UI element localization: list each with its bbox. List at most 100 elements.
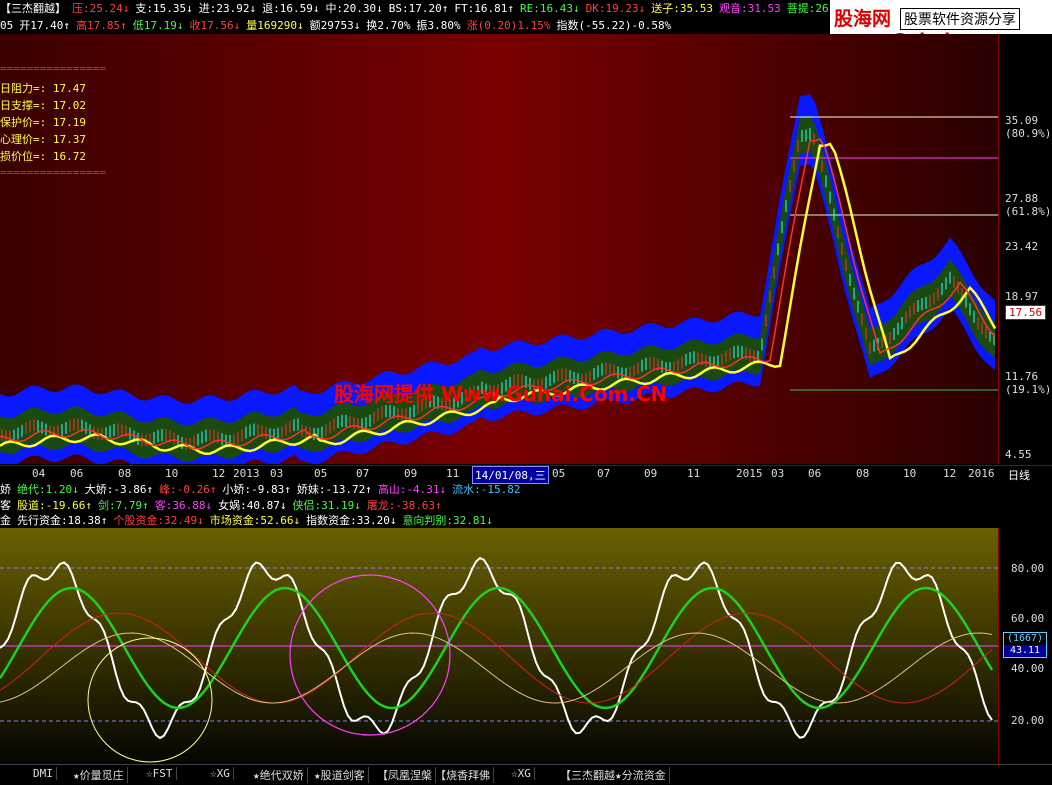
price-tick: 4.55 (1005, 448, 1032, 461)
fund-item: 指数资金:33.20↓ (306, 514, 397, 527)
price-tick: 11.76 (1005, 370, 1039, 383)
fund-item: 市场资金:52.66↓ (209, 514, 301, 527)
price-tick-pct: (61.8%) (1005, 205, 1052, 218)
date-tick: 11 (446, 467, 460, 480)
fund-item: 先行资金:18.38↑ (17, 514, 108, 527)
date-tick: 11 (687, 467, 701, 480)
quote-item: 指数(-55.22)-0.58% (556, 19, 672, 32)
fund-item: 金 (0, 514, 11, 527)
osc-value-badge: (1667) 43.11 (1003, 632, 1047, 658)
jiao-item: 绝代:1.20↓ (17, 483, 79, 496)
indicator-tab[interactable]: ★股道剑客 (311, 767, 369, 783)
header-item: 送子:35.53 (651, 2, 713, 15)
jiao-item: 娇 (0, 483, 11, 496)
logo-tagline: 股票软件资源分享 (900, 8, 1020, 30)
price-axis: 35.09 (80.9%) 27.88 (61.8%) 23.42 18.97 11.76(… (998, 34, 1052, 464)
header-item: 支:15.35↓ (135, 2, 193, 15)
quote-item: 振3.80% (416, 19, 461, 32)
side-label: 损价位=: 16.72 (0, 150, 86, 163)
date-tick: 03 (771, 467, 785, 480)
ke-item: 屠龙:-38.63↑ (366, 499, 442, 512)
date-tick: 05 (314, 467, 328, 480)
indicator-tab[interactable]: DMI (30, 767, 57, 780)
indicator-tab[interactable]: ☆XG (207, 767, 234, 780)
ke-item: 客 (0, 499, 11, 512)
price-tick: 18.97 (1005, 290, 1039, 303)
indicator-tab[interactable]: ★价量觅庄 (70, 767, 128, 783)
price-tick: 27.88 (1005, 192, 1039, 205)
quote-item: 额29753↓ (309, 19, 361, 32)
date-tick: 09 (644, 467, 658, 480)
date-tick: 06 (808, 467, 822, 480)
osc-tick: 40.00 (1011, 662, 1045, 675)
quote-item: 换2.70% (366, 19, 411, 32)
jiao-item: 小娇:-9.83↑ (222, 483, 291, 496)
indicator-row-fund: 金先行资金:18.38↑ 个股资金:32.49↓ 市场资金:52.66↓ 指数资金:3… (0, 512, 1052, 529)
indicator-tab[interactable]: 【凤凰涅槃 (374, 767, 436, 783)
osc-tick: 60.00 (1011, 612, 1045, 625)
ke-item: 客:36.88↓ (154, 499, 213, 512)
current-price-badge: 17.56 (1005, 305, 1047, 320)
date-tick: 07 (356, 467, 370, 480)
date-tick: 10 (165, 467, 179, 480)
quote-item: 收17.56↓ (189, 19, 241, 32)
header-item: 中:20.30↓ (325, 2, 383, 15)
quote-item: 高17.85↑ (76, 19, 127, 32)
quote-item: 开17.40↑ (19, 19, 70, 32)
date-tick: 2015 (736, 467, 763, 480)
osc-badge-count: (1667) (1006, 633, 1044, 644)
header-item: FT:16.81↑ (454, 2, 515, 15)
date-tick: 2016 (968, 467, 995, 480)
fund-flow-chart[interactable] (0, 528, 998, 764)
quote-item: 涨(0.20)1.15% (466, 19, 551, 32)
indicator-tab-bar: DMI ★价量觅庄 ☆FST ☆XG ★绝代双娇 ★股道剑客 【凤凰涅槃 【烧香拜佛 ☆XG 【三… (0, 764, 1052, 785)
osc-tick: 80.00 (1011, 562, 1045, 575)
indicator-tab[interactable]: 【三杰翻越★分流资金 (557, 767, 670, 783)
side-label: 心理价=: 17.37 (0, 133, 86, 146)
date-tick: 06 (70, 467, 84, 480)
side-label: 日阻力=: 17.47 (0, 82, 86, 95)
indicator-tab[interactable]: ☆FST (143, 767, 177, 780)
watermark-text: 股海网提供 Www.Guhai.Com.CN (334, 382, 668, 406)
header-item: DK:19.23↓ (585, 2, 646, 15)
ke-item: 股道:-19.66↑ (17, 499, 92, 512)
header-item: 观音:31.53 (718, 2, 781, 15)
indicator-tab[interactable]: ☆XG (508, 767, 535, 780)
fund-item: 意向判别:32.81↓ (402, 514, 493, 527)
date-tick: 04 (32, 467, 46, 480)
osc-badge-value: 43.11 (1004, 645, 1046, 657)
fund-item: 个股资金:32.49↓ (113, 514, 204, 527)
indicator-tab[interactable]: ★绝代双娇 (250, 767, 308, 783)
header-item: 【三杰翻越】 (0, 2, 66, 15)
date-tick: 10 (903, 467, 917, 480)
jiao-item: 娇妹:-13.72↑ (296, 483, 372, 496)
price-tick: 35.09 (1005, 114, 1039, 127)
quote-item: 低17.19↓ (132, 19, 184, 32)
date-tick: 07 (597, 467, 611, 480)
indicator-tab[interactable]: 【烧香拜佛 (432, 767, 494, 783)
price-tick-pct: (80.9%) (1005, 127, 1052, 140)
jiao-item: 峰:-0.26↑ (159, 483, 217, 496)
ke-item: 剑:7.79↑ (97, 499, 149, 512)
header-item: 进:23.92↓ (198, 2, 257, 15)
side-label: 日支撑=: 17.02 (0, 99, 86, 112)
osc-tick: 20.00 (1011, 714, 1045, 727)
date-tick: 05 (552, 467, 566, 480)
quote-item: 量169290↓ (246, 19, 304, 32)
date-tick: 08 (856, 467, 870, 480)
date-tick: 2013 (233, 467, 260, 480)
logo-name: 股海网 (834, 8, 892, 30)
jiao-item: 流水:-15.82 (452, 483, 521, 496)
side-label: 保护价=: 17.19 (0, 116, 86, 129)
date-axis: 14/01/08,三 日线 04 06 08 10 12 2013 03 05 07 09 11 05… (0, 465, 1052, 484)
date-tick: 12 (943, 467, 957, 480)
date-tick: 08 (118, 467, 132, 480)
date-tick: 12 (212, 467, 226, 480)
header-item: 退:16.59↓ (262, 2, 320, 15)
indicator-row-jiao: 娇绝代:1.20↓ 大娇:-3.86↑ 峰:-0.26↑ 小娇:-9.83↑ 娇妹:-1… (0, 481, 1052, 498)
date-tick: 03 (270, 467, 284, 480)
indicator-header-row: 【三杰翻越】 压:25.24↓ 支:15.35↓ 进:23.92↓ 退:16.59↓ 中:… (0, 0, 830, 17)
price-tick: 23.42 (1005, 240, 1039, 253)
ke-item: 女娲:40.87↓ (218, 499, 287, 512)
jiao-item: 大娇:-3.86↑ (84, 483, 154, 496)
